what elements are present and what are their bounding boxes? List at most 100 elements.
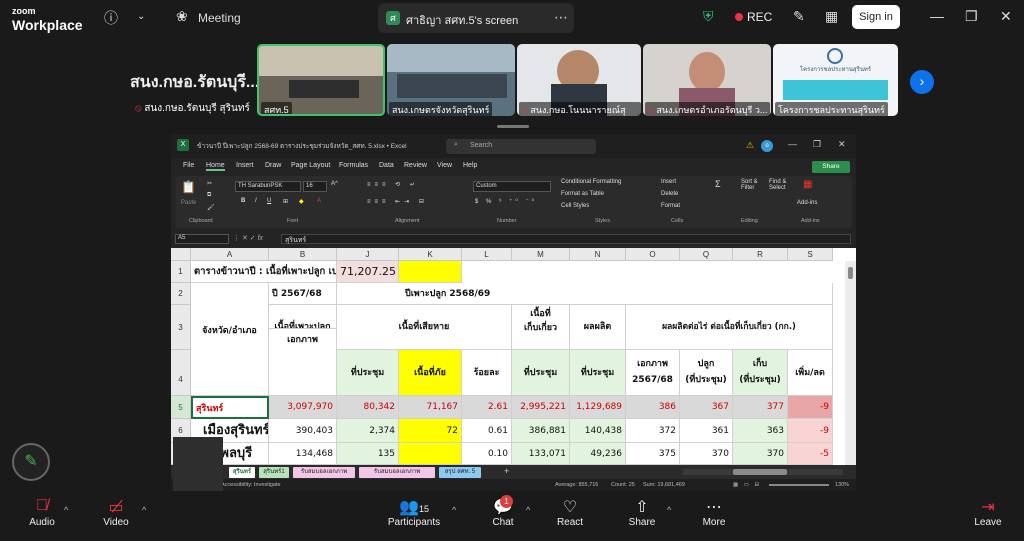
font-name-select[interactable]: TH SarabunPSK bbox=[235, 181, 301, 192]
header-disaster-cell[interactable]: เนื้อที่ภัย bbox=[399, 350, 462, 396]
meeting-label[interactable]: Meeting bbox=[198, 11, 241, 25]
chat-button[interactable]: 💬 1 Chat bbox=[486, 495, 520, 528]
format-cells-button[interactable]: Format bbox=[661, 203, 680, 209]
delete-cells-button[interactable]: Delete bbox=[661, 191, 678, 197]
leave-button[interactable]: ⇥ Leave bbox=[970, 497, 1006, 528]
warning-icon[interactable]: ⚠ bbox=[746, 140, 754, 151]
formula-buttons[interactable]: ⋮ ✕ ✓ fx bbox=[233, 234, 263, 242]
header-unity-year-cell[interactable]: เอกภาพ 2567/68 bbox=[626, 350, 680, 396]
info-icon[interactable]: ⓘ bbox=[104, 8, 118, 28]
header-damage-cell[interactable]: เนื้อที่เสียหาย bbox=[337, 305, 512, 350]
insert-cells-button[interactable]: Insert bbox=[661, 179, 676, 185]
header-province-cell[interactable]: จังหวัด/อำเภอ bbox=[191, 283, 269, 396]
row-header[interactable]: 4 bbox=[171, 350, 191, 396]
h-scroll-thumb[interactable] bbox=[733, 469, 787, 475]
number-format-icons[interactable]: $ % ⁹ ⁺⁰ ⁻⁰ bbox=[475, 198, 537, 205]
data-cell[interactable]: 135 bbox=[337, 443, 399, 465]
participant-tile[interactable]: สนง.เกษตรจังหวัดสุรินทร์ bbox=[387, 44, 515, 116]
font-size-select[interactable]: 16 bbox=[303, 181, 327, 192]
column-header[interactable]: S bbox=[788, 248, 833, 261]
addins-icon[interactable]: ▦ bbox=[803, 179, 812, 190]
borders-icon[interactable]: ⊞ bbox=[283, 198, 288, 205]
participants-options-caret[interactable]: ^ bbox=[452, 505, 456, 515]
header-meeting-cell[interactable]: ที่ประชุม bbox=[512, 350, 570, 396]
sheet-tab[interactable]: สรุป สศท. 5 bbox=[439, 467, 481, 478]
year-label-cell[interactable]: ปี 2567/68 bbox=[269, 283, 337, 305]
selected-cell[interactable]: สุรินทร์ bbox=[191, 396, 269, 419]
copy-icon[interactable]: ⧉ bbox=[207, 192, 211, 199]
data-cell[interactable]: 0.10 bbox=[462, 443, 512, 465]
data-cell[interactable]: 2.61 bbox=[462, 396, 512, 419]
column-header[interactable]: N bbox=[570, 248, 626, 261]
data-cell[interactable]: 72 bbox=[399, 419, 462, 443]
data-cell[interactable]: 377 bbox=[733, 396, 788, 419]
row-header[interactable]: 2 bbox=[171, 283, 191, 305]
annotate-icon[interactable]: ✎ bbox=[793, 8, 805, 25]
header-harvested-cell[interactable]: เนื้อที่ เก็บเกี่ยว bbox=[512, 305, 570, 350]
search-box[interactable]: ⌕ Search bbox=[446, 139, 596, 154]
horizontal-scrollbar[interactable] bbox=[683, 469, 843, 475]
header-unity-cell[interactable]: เอกภาพ bbox=[269, 329, 337, 396]
sheet-tab[interactable]: รับสมบอลเอกภาพอำเภอ(สูตร) bbox=[359, 467, 435, 486]
column-header[interactable]: A bbox=[191, 248, 269, 261]
column-header[interactable]: K bbox=[399, 248, 462, 261]
sign-in-button[interactable]: Sign in bbox=[852, 5, 900, 29]
tab-help[interactable]: Help bbox=[463, 162, 477, 169]
data-cell[interactable]: 0.61 bbox=[462, 419, 512, 443]
find-select-button[interactable]: Find & Select bbox=[769, 179, 795, 191]
italic-button[interactable]: I bbox=[255, 198, 257, 204]
tab-formulas[interactable]: Formulas bbox=[339, 162, 368, 169]
column-header[interactable]: B bbox=[269, 248, 337, 261]
paste-icon[interactable]: 📋 bbox=[181, 180, 196, 194]
column-header[interactable]: R bbox=[733, 248, 788, 261]
view-grid-icon[interactable]: ▦ bbox=[825, 8, 838, 25]
format-as-table-button[interactable]: Format as Table bbox=[561, 191, 604, 197]
sort-filter-button[interactable]: Sort & Filter bbox=[741, 179, 767, 191]
more-button[interactable]: ⋯ More bbox=[696, 497, 732, 528]
participant-tile[interactable]: ⦸ สนง.เกษตรอำเภอรัตนบุรี ว... bbox=[643, 44, 771, 116]
shield-icon[interactable]: ⛨ bbox=[703, 8, 714, 25]
spreadsheet-grid[interactable]: A B J K L M N O Q R S 1 2 3 4 5 6 7 ตารา… bbox=[171, 248, 856, 465]
data-cell[interactable]: 390,403 bbox=[269, 419, 337, 443]
tab-review[interactable]: Review bbox=[404, 162, 427, 169]
bold-button[interactable]: B bbox=[241, 198, 245, 204]
cell-styles-button[interactable]: Cell Styles bbox=[561, 203, 589, 209]
tab-view[interactable]: View bbox=[437, 162, 452, 169]
add-sheet-icon[interactable]: + bbox=[504, 466, 509, 476]
data-cell[interactable]: 367 bbox=[680, 396, 733, 419]
audio-options-caret[interactable]: ^ bbox=[64, 505, 68, 515]
screen-share-pill[interactable]: ศ ศาธิญา สศท.5's screen ⋯ bbox=[378, 3, 574, 33]
minimize-icon[interactable]: — bbox=[930, 8, 944, 24]
participant-tile[interactable]: โครงการชลประทานสุรินทร์ โครงการชลประทานส… bbox=[773, 44, 898, 116]
sheet-tab-active[interactable]: สุรินทร์ bbox=[229, 467, 255, 478]
react-button[interactable]: ♡ React bbox=[552, 497, 588, 528]
minimize-icon[interactable]: — bbox=[788, 139, 797, 149]
header-production-cell[interactable]: ผลผลิต bbox=[570, 305, 626, 350]
accessibility-status[interactable]: Accessibility: Investigate bbox=[221, 482, 281, 488]
header-percent-cell[interactable]: ร้อยละ bbox=[462, 350, 512, 396]
participants-button[interactable]: 👥15 Participants bbox=[386, 497, 442, 528]
next-page-button[interactable]: › bbox=[910, 70, 934, 94]
view-mode-icons[interactable]: ▦ ▭ ⊟ bbox=[733, 482, 761, 488]
data-cell[interactable]: -5 bbox=[788, 443, 833, 465]
data-cell[interactable]: 386,881 bbox=[512, 419, 570, 443]
chat-options-caret[interactable]: ^ bbox=[526, 505, 530, 515]
header-harvest-meeting-cell[interactable]: เก็บ (ที่ประชุม) bbox=[733, 350, 788, 396]
data-cell[interactable]: 386 bbox=[626, 396, 680, 419]
account-avatar[interactable]: o bbox=[761, 140, 773, 152]
tab-draw[interactable]: Draw bbox=[265, 162, 281, 169]
recording-indicator[interactable]: REC bbox=[735, 10, 772, 24]
title-cell[interactable]: ตารางข้าวนาปี : เนื้อที่เพาะปลูก เป bbox=[191, 261, 337, 283]
tab-insert[interactable]: Insert bbox=[236, 162, 254, 169]
data-cell[interactable]: 2,374 bbox=[337, 419, 399, 443]
zoom-level[interactable]: 130% bbox=[835, 482, 849, 488]
restore-icon[interactable]: ❐ bbox=[965, 8, 978, 25]
share-button[interactable]: Share bbox=[812, 161, 850, 173]
data-cell[interactable]: -9 bbox=[788, 419, 833, 443]
video-button[interactable]: ▭̸ Video bbox=[96, 497, 136, 528]
data-cell[interactable]: 361 bbox=[680, 419, 733, 443]
underline-button[interactable]: U bbox=[267, 198, 271, 204]
audio-button[interactable]: 🎙̸ Audio bbox=[22, 497, 62, 528]
data-cell[interactable]: 49,236 bbox=[570, 443, 626, 465]
share-screen-button[interactable]: ⇧ Share bbox=[624, 497, 660, 528]
